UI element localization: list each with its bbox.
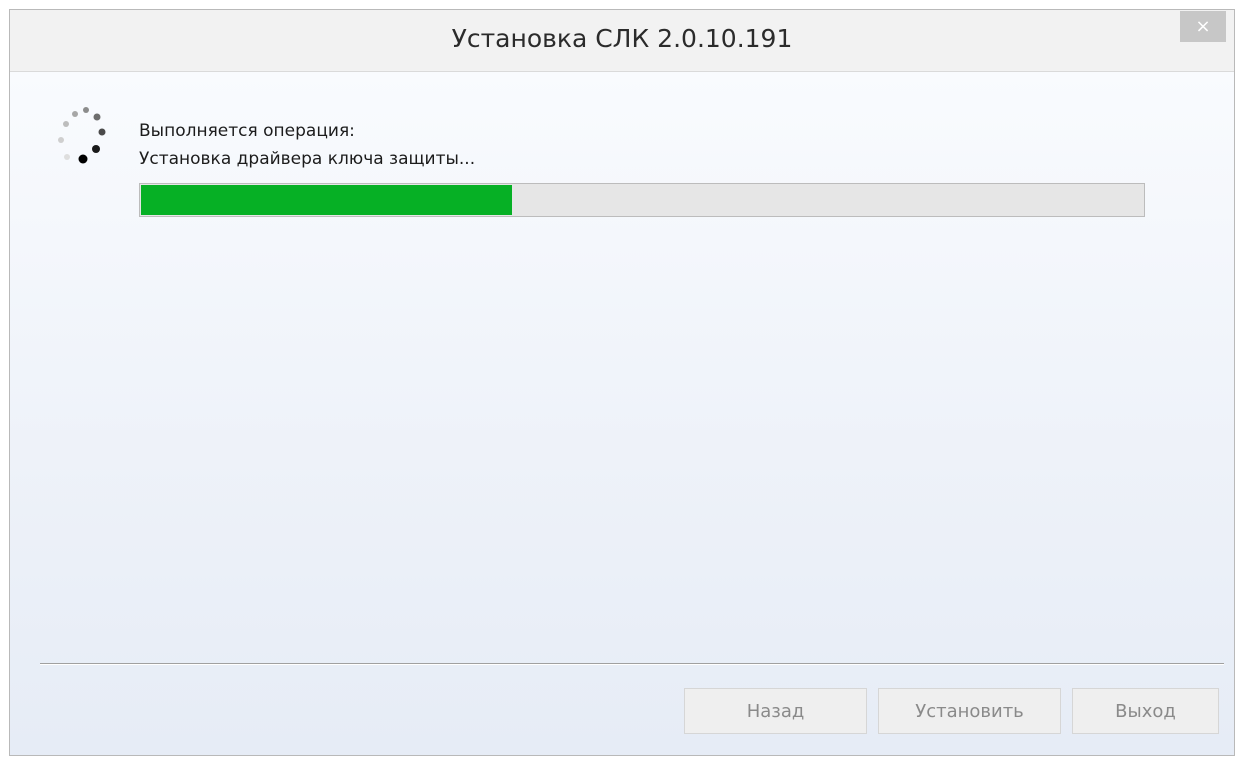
exit-button[interactable]: Выход <box>1072 688 1219 734</box>
window-title: Установка СЛК 2.0.10.191 <box>451 24 793 53</box>
installer-window: Установка СЛК 2.0.10.191 × Выполняется о… <box>9 9 1235 756</box>
install-button[interactable]: Установить <box>878 688 1061 734</box>
close-icon: × <box>1195 16 1211 37</box>
operation-status: Выполняется операция: Установка драйвера… <box>139 117 475 173</box>
close-button[interactable]: × <box>1180 11 1226 42</box>
operation-label: Выполняется операция: <box>139 121 355 141</box>
progress-fill <box>141 185 512 215</box>
install-progress-bar <box>139 183 1145 217</box>
title-bar: Установка СЛК 2.0.10.191 × <box>10 10 1234 72</box>
back-button[interactable]: Назад <box>684 688 867 734</box>
content-area: Выполняется операция: Установка драйвера… <box>10 72 1234 755</box>
operation-detail: Установка драйвера ключа защиты... <box>139 149 476 169</box>
busy-spinner-icon <box>58 107 106 164</box>
footer-divider <box>40 663 1224 665</box>
